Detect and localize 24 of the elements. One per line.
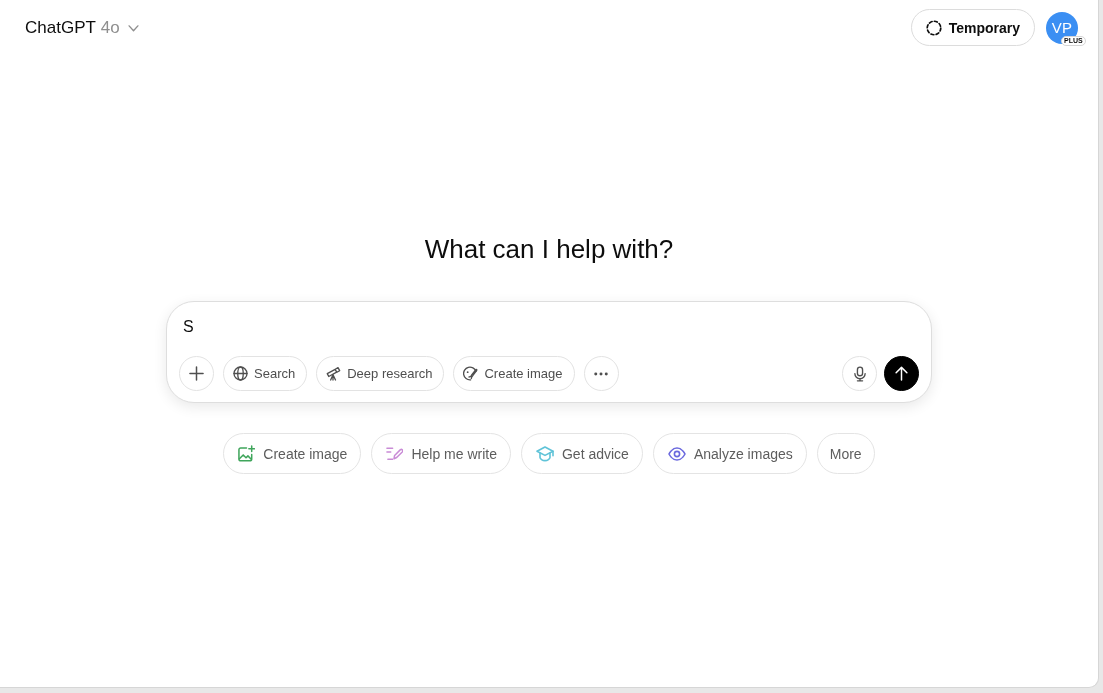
chevron-down-icon — [127, 24, 139, 32]
plus-icon — [189, 366, 204, 381]
model-selector[interactable]: ChatGPT 4o — [19, 13, 145, 42]
globe-icon — [233, 366, 248, 381]
ellipsis-icon — [594, 371, 609, 376]
brush-icon — [463, 366, 479, 381]
suggestion-chip[interactable]: Help me write — [371, 433, 511, 474]
page-heading: What can I help with? — [424, 233, 674, 265]
suggestion-chip[interactable]: Analyze images — [652, 433, 807, 474]
telescope-icon — [326, 366, 342, 381]
deep-research-button[interactable]: Deep research — [316, 356, 445, 391]
suggestion-chip[interactable]: More — [816, 433, 875, 474]
dashed-circle-icon — [925, 19, 942, 36]
suggestion-chip[interactable]: Create image — [223, 433, 362, 474]
voice-button[interactable] — [842, 356, 877, 391]
create-image-button[interactable]: Create image — [453, 356, 575, 391]
suggestion-chip[interactable]: Get advice — [521, 433, 643, 474]
microphone-icon — [853, 365, 866, 382]
message-input[interactable]: S — [179, 315, 919, 339]
send-button[interactable] — [884, 356, 919, 391]
attach-button[interactable] — [179, 356, 214, 391]
temporary-chat-button[interactable]: Temporary — [910, 9, 1035, 46]
arrow-up-icon — [895, 366, 908, 381]
search-button[interactable]: Search — [223, 356, 308, 391]
